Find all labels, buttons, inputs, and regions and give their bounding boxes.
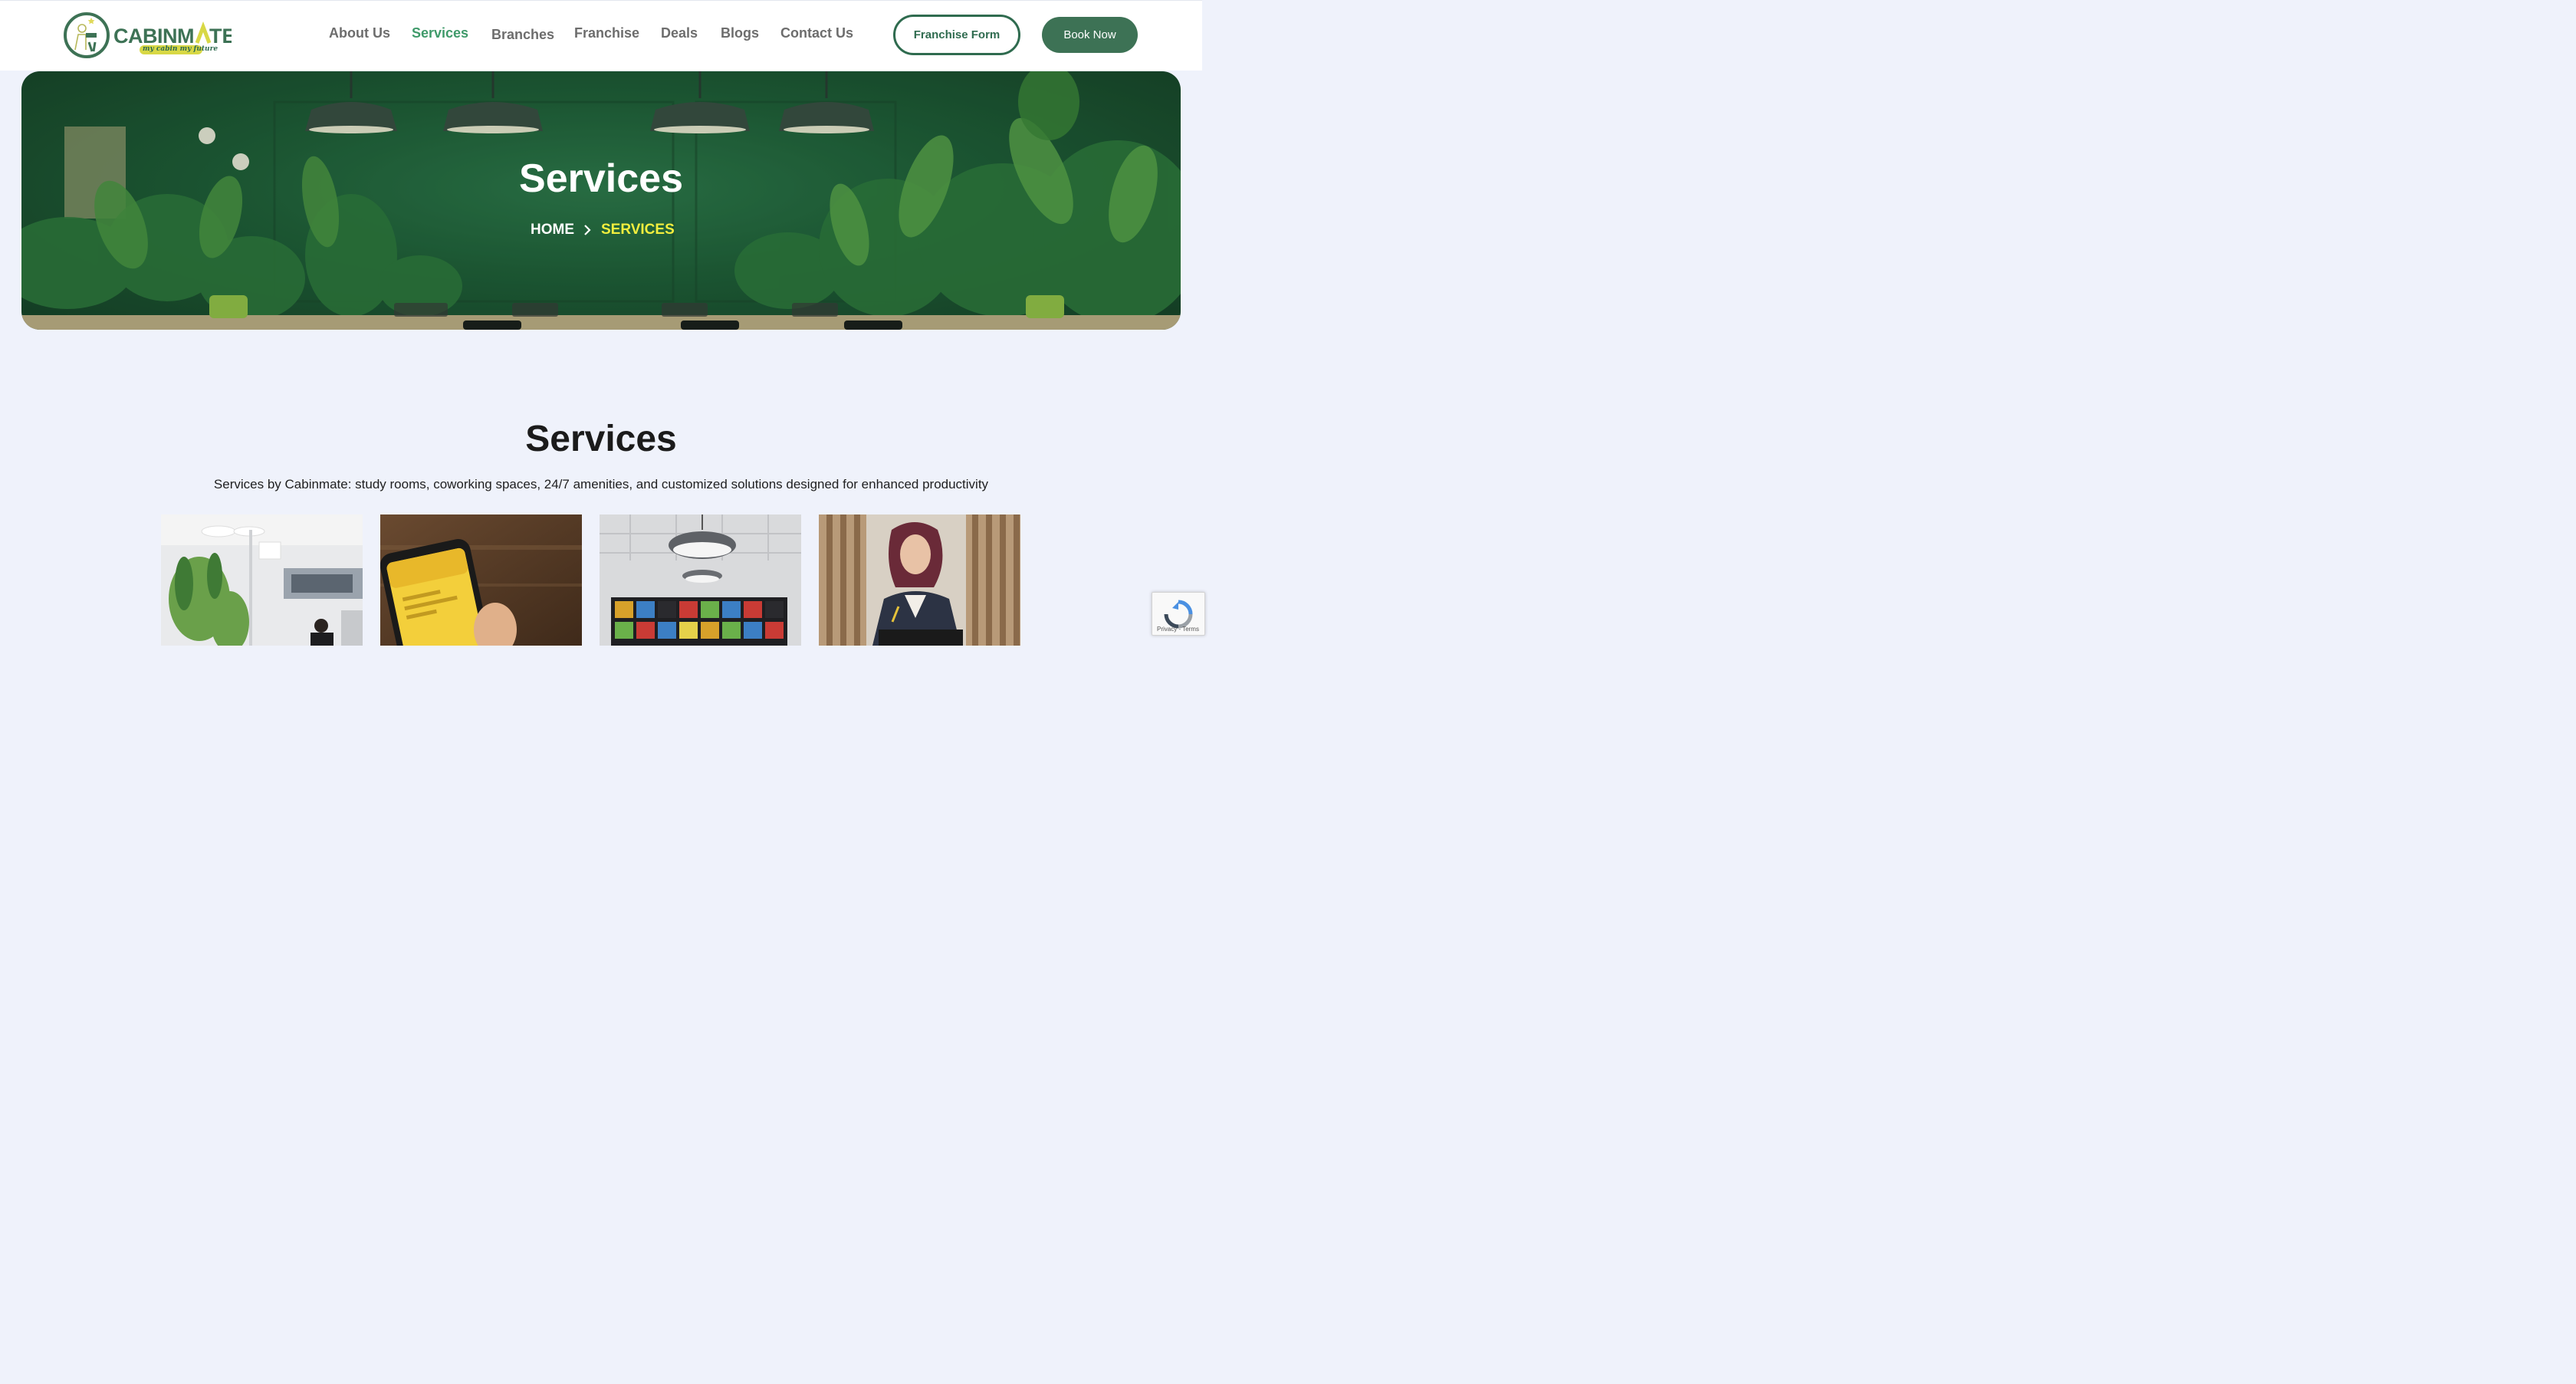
service-card-lockers[interactable] [600, 514, 801, 646]
nav-deals[interactable]: Deals [661, 25, 698, 41]
service-card-study[interactable] [819, 514, 1020, 646]
section-title: Services [525, 419, 677, 459]
nav-blogs[interactable]: Blogs [721, 25, 759, 41]
phone-app-image [380, 514, 582, 646]
logo-tagline: my cabin my future [143, 45, 219, 53]
site-header: CABINM TE my cabin my future About Us Se… [0, 0, 1202, 71]
nav-services[interactable]: Services [412, 25, 468, 41]
recaptcha-badge[interactable]: Privacy - Terms [1152, 592, 1205, 636]
woman-studying-image [819, 514, 1020, 646]
nav-branches[interactable]: Branches [491, 27, 554, 43]
hero-title: Services [519, 156, 683, 201]
nav-franchise[interactable]: Franchise [574, 25, 639, 41]
service-card-app[interactable] [380, 514, 582, 646]
nav-about-us[interactable]: About Us [329, 25, 390, 41]
breadcrumb: HOME SERVICES [0, 222, 1202, 240]
section-subtitle: Services by Cabinmate: study rooms, cowo… [213, 477, 989, 491]
book-now-button[interactable]: Book Now [1042, 17, 1138, 53]
lockers-room-image [600, 514, 801, 646]
office-workspace-image [161, 514, 363, 646]
franchise-form-button[interactable]: Franchise Form [893, 15, 1020, 55]
main-nav: About Us Services Branches Franchise Dea… [0, 25, 1202, 44]
recaptcha-links[interactable]: Privacy - Terms [1157, 626, 1199, 633]
service-card-office[interactable] [161, 514, 363, 646]
breadcrumb-home-link[interactable]: HOME [531, 222, 574, 238]
chevron-right-icon [582, 223, 593, 237]
breadcrumb-current: SERVICES [601, 222, 675, 238]
recaptcha-icon [1164, 600, 1193, 629]
nav-contact-us[interactable]: Contact Us [780, 25, 853, 41]
